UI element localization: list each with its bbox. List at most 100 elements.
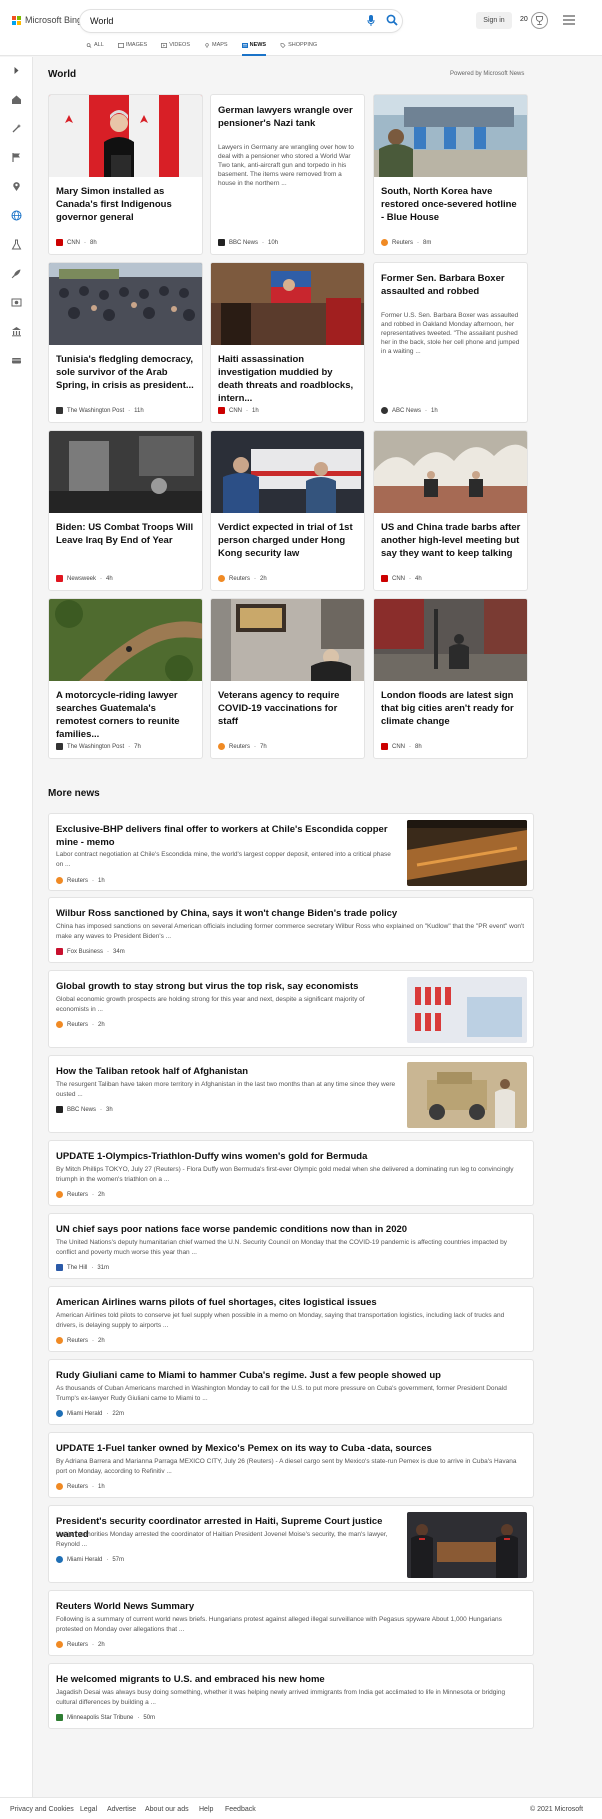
news-card[interactable]: US and China trade barbs after another h… — [373, 430, 528, 591]
search-box[interactable] — [80, 10, 402, 32]
item-title[interactable]: UN chief says poor nations face worse pa… — [56, 1223, 526, 1236]
separator-dot: · — [262, 239, 265, 246]
bbc-logo-icon — [218, 239, 225, 246]
location-icon[interactable] — [11, 181, 22, 192]
card-title[interactable]: Former Sen. Barbara Boxer assaulted and … — [381, 272, 521, 298]
footer-link-privacy[interactable]: Privacy and Cookies — [10, 1806, 74, 1813]
more-news-item[interactable]: UPDATE 1-Fuel tanker owned by Mexico's P… — [48, 1432, 534, 1498]
footer-link-legal[interactable]: Legal — [80, 1806, 97, 1813]
reuters-logo-icon — [381, 239, 388, 246]
news-card[interactable]: Mary Simon installed as Canada's first I… — [48, 94, 203, 255]
tab-videos[interactable]: VIDEOS — [161, 40, 190, 50]
separator-dot: · — [84, 239, 86, 246]
news-card[interactable]: Biden: US Combat Troops Will Leave Iraq … — [48, 430, 203, 591]
item-title[interactable]: UPDATE 1-Fuel tanker owned by Mexico's P… — [56, 1442, 526, 1455]
separator-dot: · — [107, 948, 110, 955]
separator-dot: · — [92, 877, 95, 884]
item-title[interactable]: American Airlines warns pilots of fuel s… — [56, 1296, 526, 1309]
source-name: CNN — [392, 743, 405, 750]
rocket-icon[interactable] — [11, 268, 22, 279]
item-description: By Mitch Phillips TOKYO, July 27 (Reuter… — [56, 1166, 514, 1183]
tab-all[interactable]: ALL — [86, 40, 104, 50]
footer-link-feedback[interactable]: Feedback — [225, 1806, 256, 1813]
item-title[interactable]: Rudy Giuliani came to Miami to hammer Cu… — [56, 1369, 526, 1382]
more-news-item[interactable]: How the Taliban retook half of Afghanist… — [48, 1055, 534, 1133]
item-title[interactable]: Reuters World News Summary — [56, 1600, 526, 1613]
card-title[interactable]: Haiti assassination investigation muddie… — [218, 353, 358, 405]
cnn-logo-icon — [218, 407, 225, 414]
item-title[interactable]: UPDATE 1-Olympics-Triathlon-Duffy wins w… — [56, 1150, 526, 1163]
tab-label: IMAGES — [125, 42, 148, 48]
article-age: 2h — [98, 1641, 105, 1648]
logo-text: Microsoft Bing — [25, 15, 83, 25]
bing-logo[interactable]: Microsoft Bing — [12, 15, 82, 25]
more-news-item[interactable]: UN chief says poor nations face worse pa… — [48, 1213, 534, 1279]
item-title[interactable]: How the Taliban retook half of Afghanist… — [56, 1065, 396, 1078]
expand-arrow-icon[interactable] — [11, 65, 22, 76]
card-title[interactable]: London floods are latest sign that big c… — [381, 689, 521, 728]
item-description: As thousands of Cuban Americans marched … — [56, 1385, 507, 1402]
reuters-logo-icon — [56, 1483, 63, 1490]
top-bar: Microsoft Bing Sign in 20 ALL IMAGES VID… — [0, 0, 602, 56]
news-card[interactable]: Veterans agency to require COVID-19 vacc… — [210, 598, 365, 759]
more-news-item[interactable]: Wilbur Ross sanctioned by China, says it… — [48, 897, 534, 963]
more-news-item[interactable]: President's security coordinator arreste… — [48, 1505, 534, 1583]
bbc-logo-icon — [56, 1106, 63, 1113]
tab-news[interactable]: NEWS — [241, 40, 266, 56]
card-title[interactable]: South, North Korea have restored once-se… — [381, 185, 521, 224]
sign-in-button[interactable]: Sign in — [476, 12, 512, 29]
tab-label: SHOPPING — [288, 42, 318, 48]
card-title[interactable]: German lawyers wrangle over pensioner's … — [218, 104, 358, 130]
source-name: Reuters — [67, 1641, 89, 1648]
more-news-item[interactable]: Rudy Giuliani came to Miami to hammer Cu… — [48, 1359, 534, 1425]
globe-icon[interactable] — [11, 210, 22, 221]
card-title[interactable]: Verdict expected in trial of 1st person … — [218, 521, 358, 560]
news-card[interactable]: London floods are latest sign that big c… — [373, 598, 528, 759]
bank-icon[interactable] — [11, 326, 22, 337]
entertainment-icon[interactable] — [11, 297, 22, 308]
menu-icon[interactable] — [563, 15, 575, 25]
flag-icon[interactable] — [11, 152, 22, 163]
rewards-trophy-icon[interactable] — [531, 12, 548, 29]
more-news-item[interactable]: Reuters World News Summary Following is … — [48, 1590, 534, 1656]
tab-shopping[interactable]: SHOPPING — [280, 40, 317, 50]
item-title[interactable]: Exclusive-BHP delivers final offer to wo… — [56, 823, 396, 849]
news-card[interactable]: Former Sen. Barbara Boxer assaulted and … — [373, 262, 528, 423]
item-source: Reuters · 2h — [56, 1021, 105, 1028]
more-news-item[interactable]: Exclusive-BHP delivers final offer to wo… — [48, 813, 534, 891]
rewards-count[interactable]: 20 — [520, 16, 528, 23]
money-icon[interactable] — [11, 355, 22, 366]
home-icon[interactable] — [11, 94, 22, 105]
news-card[interactable]: Verdict expected in trial of 1st person … — [210, 430, 365, 591]
microphone-icon[interactable] — [367, 15, 375, 26]
news-card[interactable]: German lawyers wrangle over pensioner's … — [210, 94, 365, 255]
news-card[interactable]: A motorcycle-riding lawyer searches Guat… — [48, 598, 203, 759]
search-icon[interactable] — [386, 14, 398, 26]
card-title[interactable]: A motorcycle-riding lawyer searches Guat… — [56, 689, 196, 741]
search-input[interactable] — [90, 14, 340, 28]
more-news-item[interactable]: Global growth to stay strong but virus t… — [48, 970, 534, 1048]
tab-maps[interactable]: MAPS — [204, 40, 228, 50]
news-card[interactable]: Tunisia's fledgling democracy, sole surv… — [48, 262, 203, 423]
tab-images[interactable]: IMAGES — [117, 40, 148, 50]
item-title[interactable]: He welcomed migrants to U.S. and embrace… — [56, 1673, 526, 1686]
footer-link-advertise[interactable]: Advertise — [107, 1806, 136, 1813]
news-card[interactable]: South, North Korea have restored once-se… — [373, 94, 528, 255]
more-news-item[interactable]: He welcomed migrants to U.S. and embrace… — [48, 1663, 534, 1729]
news-card[interactable]: Haiti assassination investigation muddie… — [210, 262, 365, 423]
more-news-item[interactable]: American Airlines warns pilots of fuel s… — [48, 1286, 534, 1352]
card-title[interactable]: Veterans agency to require COVID-19 vacc… — [218, 689, 358, 728]
card-title[interactable]: Tunisia's fledgling democracy, sole surv… — [56, 353, 196, 392]
footer-link-help[interactable]: Help — [199, 1806, 213, 1813]
magic-icon[interactable] — [11, 123, 22, 134]
item-title[interactable]: Global growth to stay strong but virus t… — [56, 980, 396, 993]
card-title[interactable]: US and China trade barbs after another h… — [381, 521, 521, 560]
article-image — [211, 599, 364, 681]
more-news-item[interactable]: UPDATE 1-Olympics-Triathlon-Duffy wins w… — [48, 1140, 534, 1206]
item-title[interactable]: Wilbur Ross sanctioned by China, says it… — [56, 907, 526, 920]
footer-link-about-ads[interactable]: About our ads — [145, 1806, 189, 1813]
card-title[interactable]: Mary Simon installed as Canada's first I… — [56, 185, 196, 224]
card-title[interactable]: Biden: US Combat Troops Will Leave Iraq … — [56, 521, 196, 547]
science-icon[interactable] — [11, 239, 22, 250]
cnn-logo-icon — [381, 743, 388, 750]
